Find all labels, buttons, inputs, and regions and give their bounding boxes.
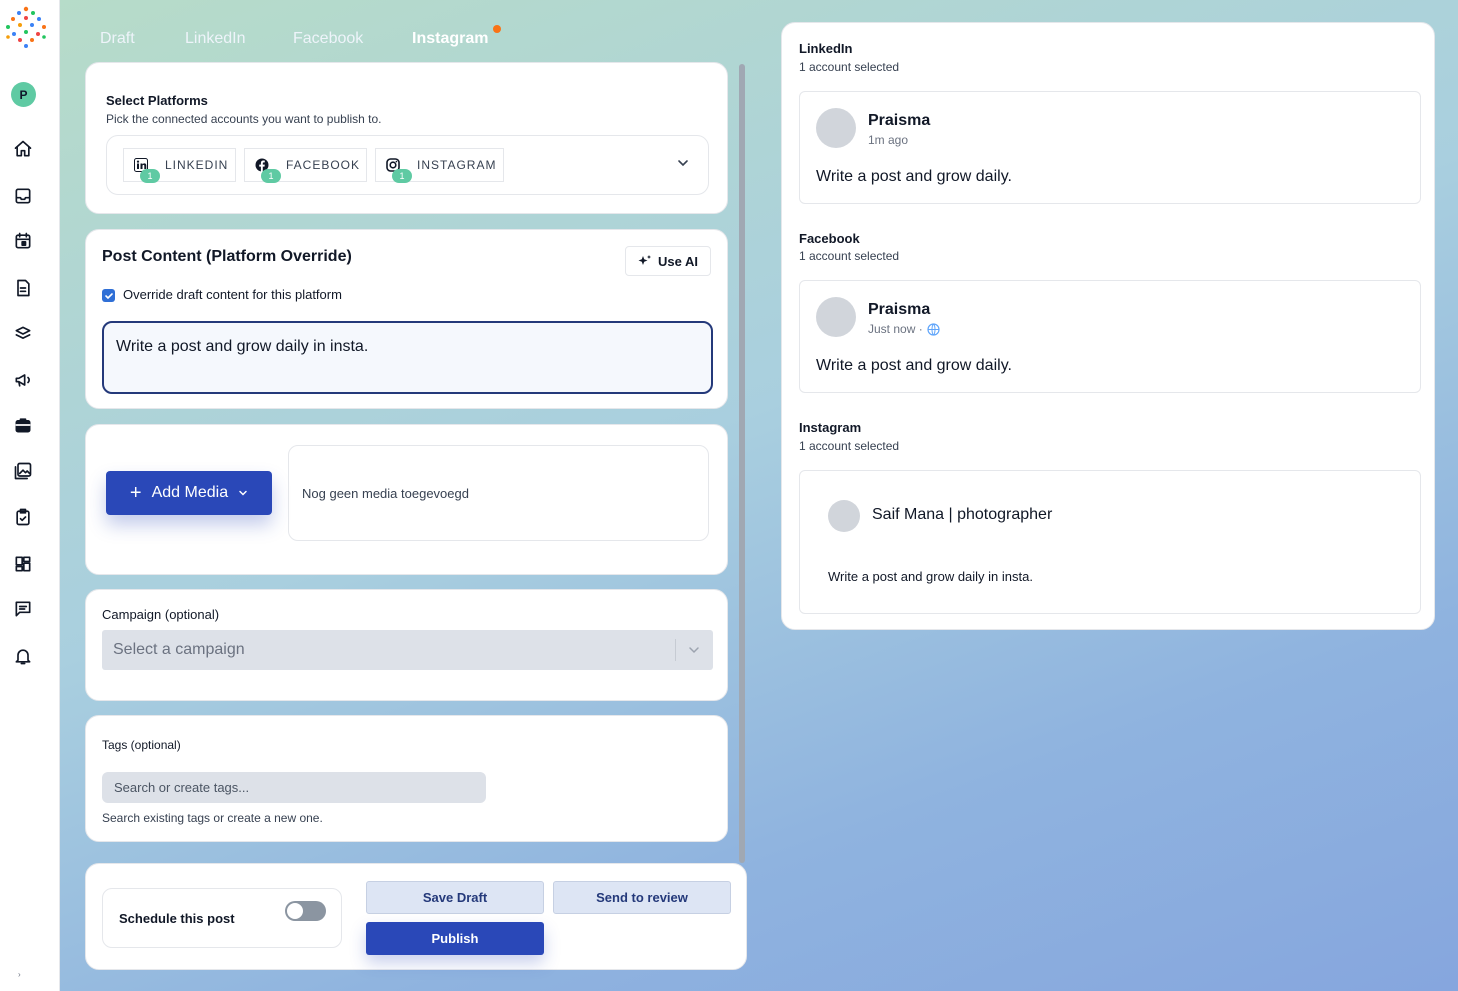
use-ai-button[interactable]: Use AI (625, 246, 711, 276)
account-count-badge: 1 (261, 169, 281, 183)
save-draft-button[interactable]: Save Draft (366, 881, 544, 914)
platform-chip-facebook[interactable]: FACEBOOK 1 (244, 148, 367, 183)
platform-selector[interactable]: LINKEDIN 1 FACEBOOK 1 INSTAGRAM 1 (106, 135, 709, 195)
preview-author: Praisma (868, 301, 931, 318)
campaign-label: Campaign (optional) (102, 607, 220, 622)
preview-facebook-sub: 1 account selected (799, 249, 900, 263)
bell-icon[interactable] (12, 645, 34, 667)
app-logo-icon[interactable] (3, 5, 49, 51)
facebook-preview-card: Praisma Just now · Write a post and grow… (799, 280, 1421, 393)
preview-author: Saif Mana | photographer (872, 506, 1053, 523)
platform-chip-label: LINKEDIN (165, 158, 229, 172)
override-label[interactable]: Override draft content for this platform (123, 287, 342, 302)
platform-chip-label: INSTAGRAM (417, 158, 497, 172)
avatar (816, 297, 856, 337)
globe-icon (927, 322, 940, 336)
plus-icon: + (129, 482, 142, 504)
preview-instagram-sub: 1 account selected (799, 439, 900, 453)
select-platforms-card: Select Platforms Pick the connected acco… (85, 62, 728, 214)
campaign-select[interactable]: Select a campaign (102, 630, 713, 670)
add-media-button[interactable]: + Add Media (106, 471, 272, 515)
preview-facebook-title: Facebook (799, 231, 860, 246)
avatar (828, 500, 860, 532)
chevron-down-icon (239, 490, 247, 496)
schedule-box: Schedule this post (102, 888, 342, 948)
select-platforms-title: Select Platforms (106, 93, 208, 108)
sidebar: P › (0, 0, 60, 991)
unsaved-indicator-dot (493, 25, 501, 33)
preview-author: Praisma (868, 112, 931, 129)
document-icon[interactable] (12, 277, 34, 299)
actions-card: Schedule this post Save Draft Send to re… (85, 863, 747, 970)
preview-text: Write a post and grow daily. (816, 357, 1012, 374)
use-ai-label: Use AI (658, 253, 698, 269)
override-checkbox[interactable] (102, 289, 115, 302)
home-icon[interactable] (12, 138, 34, 160)
megaphone-icon[interactable] (12, 369, 34, 391)
linkedin-preview-card: Praisma 1m ago Write a post and grow dai… (799, 91, 1421, 204)
preview-panel: LinkedIn 1 account selected Praisma 1m a… (781, 22, 1435, 630)
add-media-label: Add Media (151, 484, 229, 501)
chevron-down-icon (689, 647, 699, 654)
sidebar-collapse-icon[interactable]: › (18, 970, 21, 979)
form-scrollbar[interactable] (739, 64, 745, 863)
briefcase-icon[interactable] (12, 414, 34, 436)
preview-linkedin-sub: 1 account selected (799, 60, 900, 74)
calendar-icon[interactable] (12, 230, 34, 252)
preview-timestamp-row: Just now · (868, 322, 940, 336)
preview-instagram-title: Instagram (799, 420, 862, 435)
campaign-card: Campaign (optional) Select a campaign (85, 589, 728, 701)
check-icon (104, 292, 113, 299)
send-to-review-button[interactable]: Send to review (553, 881, 731, 914)
instagram-preview-card: Saif Mana | photographer Write a post an… (799, 470, 1421, 614)
schedule-toggle[interactable] (285, 901, 326, 921)
platform-chip-instagram[interactable]: INSTAGRAM 1 (375, 148, 504, 183)
tags-card: Tags (optional) Search or create tags...… (85, 715, 728, 842)
platform-chip-label: FACEBOOK (286, 158, 361, 172)
tags-label: Tags (optional) (102, 738, 181, 752)
layers-icon[interactable] (12, 323, 34, 345)
avatar (816, 108, 856, 148)
post-content-textarea[interactable]: Write a post and grow daily in insta. (102, 321, 713, 394)
image-icon[interactable] (12, 460, 34, 482)
tags-placeholder: Search or create tags... (114, 780, 250, 795)
message-icon[interactable] (12, 598, 34, 620)
select-separator (675, 639, 676, 661)
preview-timestamp: Just now · (868, 322, 923, 336)
platform-chip-linkedin[interactable]: LINKEDIN 1 (123, 148, 236, 183)
post-content-card: Post Content (Platform Override) Use AI … (85, 229, 728, 409)
tab-linkedin[interactable]: LinkedIn (185, 30, 246, 48)
media-card: + Add Media Nog geen media toegevoegd (85, 424, 728, 575)
chevron-down-icon[interactable] (676, 156, 690, 170)
sparkles-icon (638, 255, 651, 265)
toggle-knob (287, 903, 303, 919)
preview-text: Write a post and grow daily in insta. (828, 569, 1033, 584)
tags-help: Search existing tags or create a new one… (102, 811, 323, 825)
preview-linkedin-title: LinkedIn (799, 41, 853, 56)
tab-facebook[interactable]: Facebook (293, 30, 363, 48)
preview-timestamp: 1m ago (868, 133, 909, 147)
tab-instagram[interactable]: Instagram (412, 30, 488, 48)
media-empty-text: Nog geen media toegevoegd (302, 485, 469, 501)
clipboard-check-icon[interactable] (12, 506, 34, 528)
preview-text: Write a post and grow daily. (816, 168, 1012, 185)
tab-draft[interactable]: Draft (100, 30, 135, 48)
account-count-badge: 1 (140, 169, 160, 183)
dashboard-icon[interactable] (12, 553, 34, 575)
schedule-label: Schedule this post (119, 911, 235, 926)
account-count-badge: 1 (392, 169, 412, 183)
post-content-title: Post Content (Platform Override) (102, 248, 352, 265)
select-platforms-subtitle: Pick the connected accounts you want to … (106, 112, 382, 126)
publish-button[interactable]: Publish (366, 922, 544, 955)
tags-input[interactable]: Search or create tags... (102, 772, 486, 803)
media-dropzone[interactable]: Nog geen media toegevoegd (288, 445, 709, 541)
campaign-placeholder: Select a campaign (113, 641, 245, 658)
inbox-icon[interactable] (12, 185, 34, 207)
user-avatar[interactable]: P (11, 82, 36, 107)
